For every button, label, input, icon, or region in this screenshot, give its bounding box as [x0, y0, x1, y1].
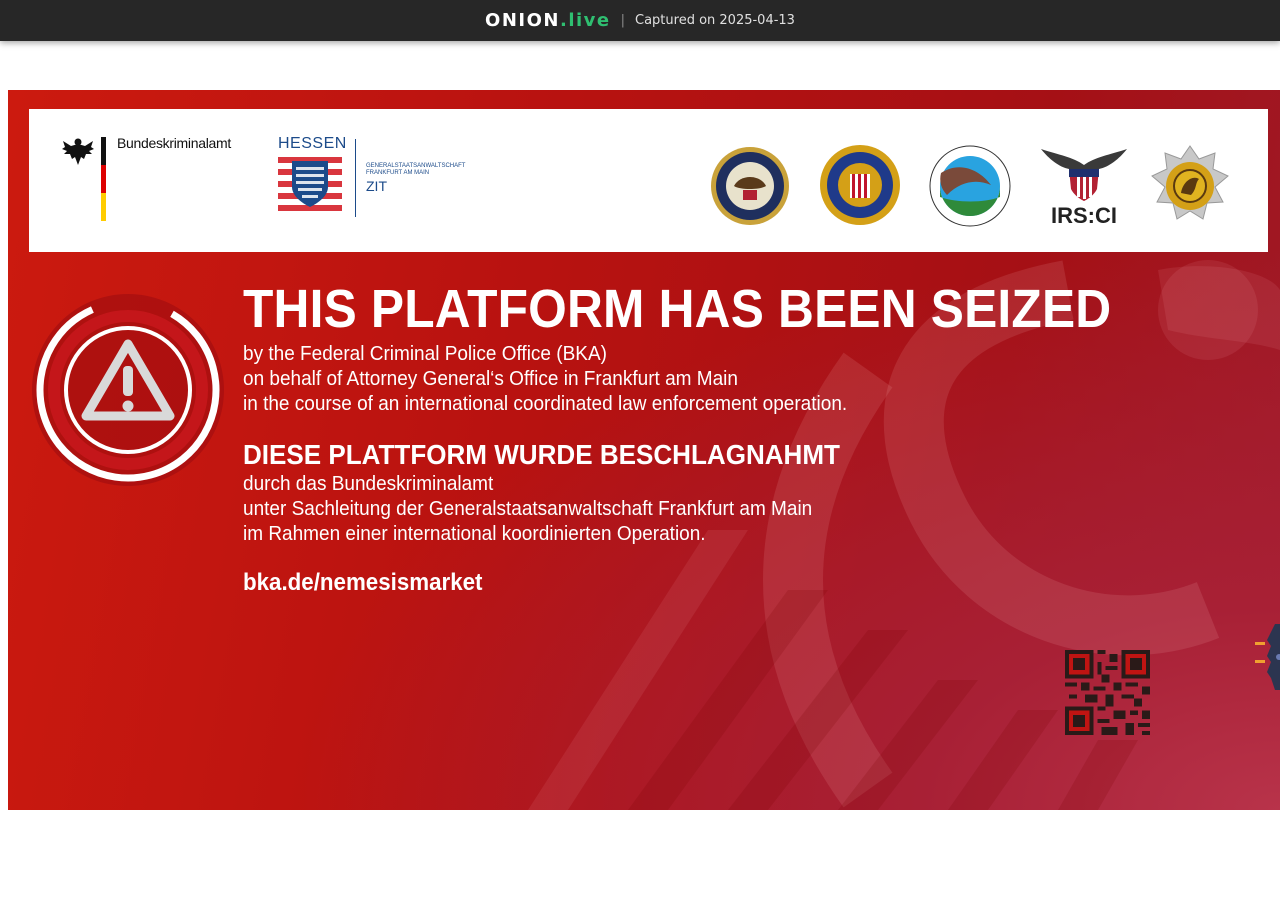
seizure-title-en: THIS PLATFORM HAS BEEN SEIZED [243, 279, 1112, 339]
seizure-text-de: durch das Bundeskriminalamt unter Sachle… [243, 472, 812, 547]
de-line-3: im Rahmen einer international koordinier… [243, 523, 706, 545]
hessen-lion-crest-icon [278, 157, 342, 211]
seizure-banner: Bundeskriminalamt HESSEN GENERALSTAATSAN… [8, 90, 1280, 810]
brand-main: ONION [485, 10, 560, 31]
en-line-3: in the course of an international coordi… [243, 393, 848, 415]
dea-seal [929, 145, 1011, 227]
irs-ci-logo: IRS:CI [1041, 149, 1127, 227]
seizure-title-de: DIESE PLATTFORM WURDE BESCHLAGNAHMT [243, 439, 840, 470]
en-line-2: on behalf of Attorney General‘s Office i… [243, 368, 738, 390]
zit-wordmark: ZIT [366, 178, 387, 194]
captured-date: Captured on 2025-04-13 [635, 13, 795, 28]
bka-logo: Bundeskriminalamt [61, 135, 241, 225]
federal-eagle-icon [62, 138, 94, 165]
hessen-divider [355, 139, 356, 217]
bka-info-link[interactable]: bka.de/nemesismarket [243, 569, 482, 597]
de-line-2: unter Sachleitung der Generalstaatsanwal… [243, 498, 813, 520]
spaceship-icon [1255, 624, 1280, 690]
irs-ci-wordmark: IRS:CI [1051, 203, 1117, 227]
german-flag-stripe [101, 137, 106, 221]
hessen-wordmark: HESSEN [278, 135, 347, 152]
doj-seal [711, 147, 789, 225]
header-separator: | [620, 13, 625, 28]
gsa-line2: FRANKFURT AM MAIN [366, 170, 430, 176]
qr-code[interactable] [1065, 650, 1150, 735]
seizure-text-en: by the Federal Criminal Police Office (B… [243, 342, 847, 417]
onion-live-logo[interactable]: ONION.live [485, 10, 611, 31]
de-line-1: durch das Bundeskriminalamt [243, 473, 494, 495]
capture-header-bar: ONION.live | Captured on 2025-04-13 [0, 0, 1280, 41]
gsa-line1: GENERALSTAATSANWALTSCHAFT [366, 163, 466, 169]
en-line-1: by the Federal Criminal Police Office (B… [243, 343, 607, 365]
bka-wordmark: Bundeskriminalamt [117, 135, 231, 151]
gsa-wordmark: GENERALSTAATSANWALTSCHAFT FRANKFURT AM M… [366, 163, 465, 177]
lithuania-police-seal [1151, 145, 1229, 220]
agency-logo-bar: Bundeskriminalamt HESSEN GENERALSTAATSAN… [29, 109, 1268, 252]
fbi-seal [820, 145, 900, 225]
warning-icon [32, 294, 224, 486]
brand-tld: .live [559, 10, 611, 31]
hessen-gsa-logo: HESSEN GENERALSTAATSANWALTSCHAFT FRANKFU… [278, 135, 478, 225]
